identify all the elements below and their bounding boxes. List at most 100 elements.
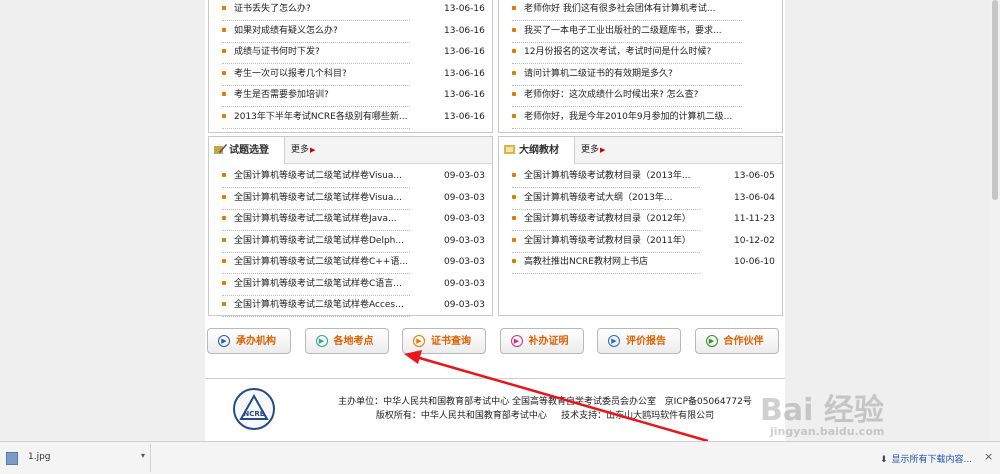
arrow-right-icon: ▶ [310,146,316,154]
bullet-icon [222,280,226,285]
list-item-title: 全国计算机等级考试二级笔试样卷Visua... [234,192,402,203]
bullet-icon [512,216,516,220]
arrow-right-icon: ▶ [600,146,606,154]
list-item[interactable]: 我买了一本电子工业出版社的二级题库书，要求... [512,21,742,43]
book-icon [504,145,515,154]
list-item[interactable]: 考生是否需要参加培训? [222,85,410,107]
bullet-icon [512,173,516,177]
tab-label: 大纲教材 [519,145,559,156]
download-bar: 1.jpg ▾ ⬇ 显示所有下载内容... × [0,441,1000,474]
more-link[interactable]: 更多▶ [581,137,605,164]
list-item-date: 09-03-03 [444,171,485,181]
more-link[interactable]: 更多▶ [291,137,315,164]
portal-page: 证书丢失了怎么办? 13-06-16 如果对成绩有疑义怎么办? 13-06-16 成绩与… [205,0,785,441]
pencil-book-icon [214,144,227,154]
download-file-name: 1.jpg [28,452,51,462]
quick-link-button[interactable]: ▶ 补办证明 [499,328,584,354]
button-label: 补办证明 [528,336,569,347]
list-item-title: 全国计算机等级考试二级笔试样卷C语言... [234,278,402,289]
bullet-icon [222,216,226,220]
watermark-url: jingyan.baidu.com [770,425,885,438]
panel-header: 试题选登 更多▶ [209,137,492,164]
list-item-date: 13-06-16 [444,90,485,100]
list-item-title: 2013年下半年考试NCRE各级别有哪些新... [234,111,408,122]
quick-link-button[interactable]: ▶ 评价报告 [597,328,681,354]
list-item-title: 考生是否需要参加培训? [234,90,329,100]
list-item[interactable]: 全国计算机等级考试大纲（2013年... [512,188,700,210]
syllabus-panel: 大纲教材 更多▶ 全国计算机等级考试教材目录（2013年... 13-06-05 全… [498,136,783,316]
list-item[interactable]: 老师你好：这次成绩什么时候出来? 怎么查? [512,85,742,107]
list-item-title: 全国计算机等级考试教材目录（2011年） [524,235,691,246]
play-circle-icon: ▶ [705,335,718,347]
list-item[interactable]: 考生一次可以报考几个科目? [222,64,410,86]
footer-copyright: 版权所有：中华人民共和国教育部考试中心 [375,411,547,421]
list-item[interactable]: 全国计算机等级考试二级笔试样卷Acces... [222,295,410,317]
quick-link-button[interactable]: ▶ 合作伙伴 [694,328,779,354]
quick-link-button[interactable]: ▶ 承办机构 [207,328,291,354]
list-item[interactable]: 全国计算机等级考试二级笔试样卷Visua... [222,166,410,188]
play-circle-icon: ▶ [315,335,328,347]
footer-icp: 京ICP备05064772号 [664,397,752,407]
list-item-date: 13-06-16 [444,25,485,36]
bullet-icon [512,27,516,32]
button-label: 合作伙伴 [723,336,764,347]
bullet-icon [512,70,516,75]
list-item-date: 13-06-04 [734,192,775,203]
bullet-icon [222,237,226,242]
page-scrollbar[interactable] [990,0,1000,441]
list-item[interactable]: 老师你好 我们这有很多社会团体有计算机考试... [512,0,742,21]
baidu-watermark: Bai 经验 jingyan.baidu.com [760,385,960,445]
list-item[interactable]: 证书丢失了怎么办? [222,0,410,21]
button-label: 各地考点 [333,336,374,347]
list-item[interactable]: 全国计算机等级考试二级笔试样卷Java... [222,209,410,231]
tab-exam-samples[interactable]: 试题选登 [209,137,285,164]
list-item[interactable]: 全国计算机等级考试教材目录（2012年） [512,209,700,231]
list-item[interactable]: 12月份报名的这次考试，考试时间是什么时候? [512,42,742,64]
footer-support: 技术支持：山东山大鸥玛软件有限公司 [561,411,715,421]
qa-panel: 老师你好 我们这有很多社会团体有计算机考试... 我买了一本电子工业出版社的二级题… [498,0,783,133]
list-item-date: 13-06-16 [444,111,485,122]
list-item-date: 09-03-03 [444,278,485,289]
bullet-icon [222,70,226,75]
list-item-date: 09-03-03 [444,192,485,203]
ncre-emblem-icon: NCRE [239,393,269,420]
list-item-title: 全国计算机等级考试二级笔试样卷Visua... [234,171,402,181]
quick-link-button[interactable]: ▶ 证书查询 [402,328,486,354]
tab-syllabus[interactable]: 大纲教材 [499,137,575,164]
list-item[interactable]: 高教社推出NCRE教材网上书店 [512,252,700,274]
bullet-icon [512,49,516,53]
list-item[interactable]: 2013年下半年考试NCRE各级别有哪些新... [222,107,410,129]
footer-line-2: 版权所有：中华人民共和国教育部考试中心 技术支持：山东山大鸥玛软件有限公司 [325,409,765,423]
chevron-down-icon[interactable]: ▾ [141,451,145,460]
list-item-date: 11-11-23 [734,214,775,224]
watermark-brand: Bai 经验 [760,393,884,428]
list-item-date: 09-03-03 [444,235,485,246]
footer-organizer: 主办单位：中华人民共和国教育部考试中心 全国高等教育自学考试委员会办公室 [338,397,657,407]
show-all-downloads-link[interactable]: ⬇ 显示所有下载内容... [880,452,972,465]
list-item[interactable]: 如果对成绩有疑义怎么办? [222,21,410,43]
button-label: 证书查询 [431,336,471,347]
list-item-title: 老师你好 我们这有很多社会团体有计算机考试... [524,4,716,14]
list-item[interactable]: 成绩与证书何时下发? [222,42,410,64]
list-item[interactable]: 老师你好，我是今年2010年9月参加的计算机二级... [512,107,742,129]
close-icon[interactable]: × [984,450,993,463]
play-circle-icon: ▶ [608,335,620,347]
list-item-title: 全国计算机等级考试大纲（2013年... [524,192,673,203]
list-item[interactable]: 全国计算机等级考试教材目录（2011年） [512,231,700,253]
list-item[interactable]: 全国计算机等级考试二级笔试样卷Visua... [222,188,410,210]
list-item[interactable]: 请问计算机二级证书的有效期是多久? [512,64,742,86]
scrollbar-thumb[interactable] [992,0,998,200]
list-item[interactable]: 全国计算机等级考试二级笔试样卷C++语... [222,252,410,274]
bullet-icon [222,113,226,118]
download-item[interactable]: 1.jpg ▾ [0,444,151,472]
list-item[interactable]: 全国计算机等级考试二级笔试样卷C语言... [222,274,410,296]
list-item-date: 13-06-05 [734,171,775,181]
list-item-title: 12月份报名的这次考试，考试时间是什么时候? [524,47,712,57]
list-item[interactable]: 全国计算机等级考试教材目录（2013年... [512,166,700,188]
logo-text: NCRE [243,410,264,418]
quick-link-button[interactable]: ▶ 各地考点 [304,328,389,354]
list-item[interactable]: 全国计算机等级考试二级笔试样卷Delph... [222,231,410,253]
list-item-title: 全国计算机等级考试二级笔试样卷C++语... [234,257,408,267]
list-item-title: 全国计算机等级考试二级笔试样卷Delph... [234,235,404,246]
panel-header: 大纲教材 更多▶ [499,137,782,164]
